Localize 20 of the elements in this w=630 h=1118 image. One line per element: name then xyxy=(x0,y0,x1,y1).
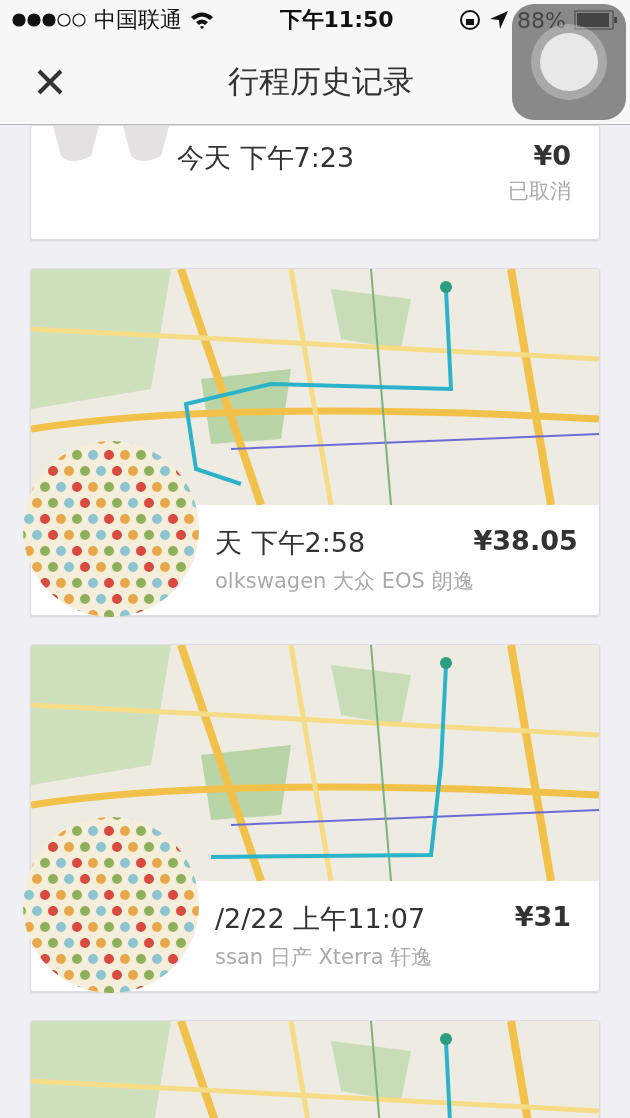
location-arrow-icon xyxy=(489,10,510,30)
trip-time: 天 下午2:58 xyxy=(215,526,367,560)
rotation-lock-icon xyxy=(459,9,482,31)
page-title: 行程历史记录 xyxy=(227,62,415,101)
close-icon[interactable] xyxy=(36,68,64,96)
trip-fare: ¥38.05 xyxy=(473,525,578,556)
trip-time: /2/22 上午11:07 xyxy=(215,902,427,936)
battery-percent: 88% xyxy=(517,7,566,33)
trip-status: 已取消 xyxy=(508,178,571,205)
trip-card[interactable]: 今天 下午7:23 ¥0 已取消 xyxy=(30,125,600,240)
vehicle-name: ssan 日产 Xterra 轩逸 xyxy=(215,944,434,971)
trip-time: 今天 下午7:23 xyxy=(177,141,356,175)
signal-icon xyxy=(12,13,86,27)
assistive-touch-button[interactable] xyxy=(512,4,626,120)
vehicle-name: olkswagen 大众 EOS 朗逸 xyxy=(215,568,474,595)
carrier-name: 中国联通 xyxy=(94,6,182,34)
clock-time: 下午11:50 xyxy=(278,6,395,34)
trip-fare: ¥31 xyxy=(514,901,571,932)
trip-fare: ¥0 xyxy=(533,140,571,171)
wifi-icon xyxy=(190,11,214,29)
